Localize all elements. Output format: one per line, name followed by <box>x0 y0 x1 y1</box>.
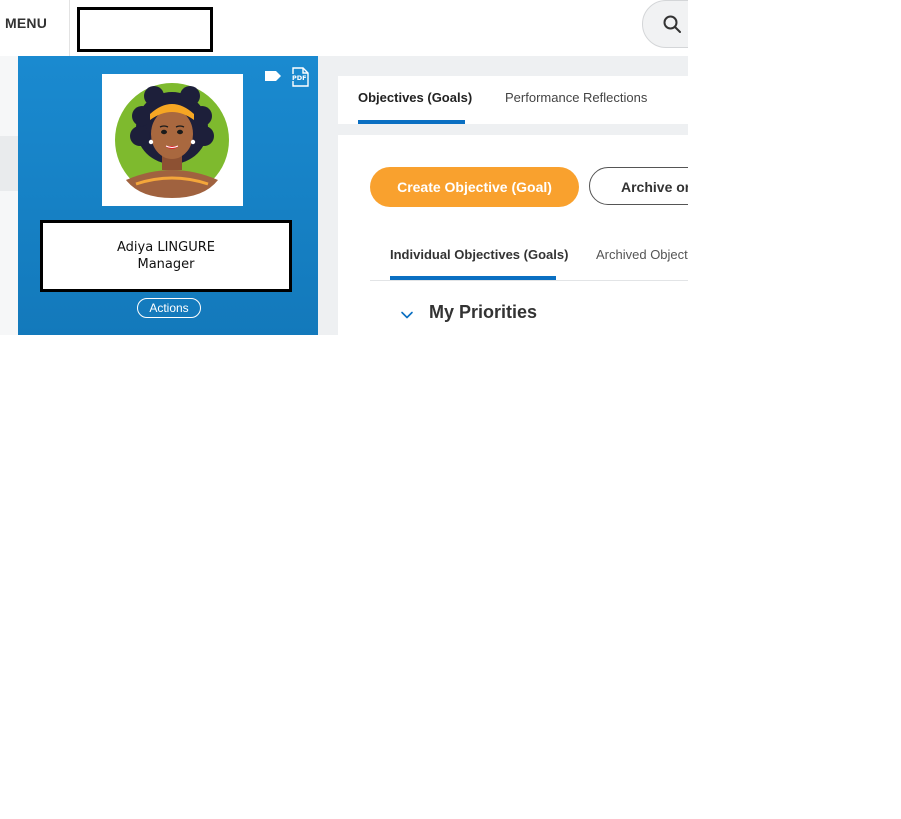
active-tab-indicator <box>358 120 465 124</box>
search-button[interactable] <box>642 0 688 48</box>
top-bar: MENU <box>0 0 688 57</box>
create-objective-button[interactable]: Create Objective (Goal) <box>370 167 579 207</box>
subtab-archived-objectives[interactable]: Archived Object <box>596 247 688 262</box>
tab-performance-reflections[interactable]: Performance Reflections <box>505 90 647 105</box>
profile-role: Manager <box>137 257 195 272</box>
profile-name-box: Adiya LINGURE Manager <box>40 220 292 292</box>
pdf-icon[interactable]: PDF <box>291 67 309 87</box>
main-tabs: Objectives (Goals) Performance Reflectio… <box>338 76 688 124</box>
actions-button[interactable]: Actions <box>137 298 201 318</box>
subtab-individual-objectives[interactable]: Individual Objectives (Goals) <box>390 247 568 262</box>
redacted-logo-box <box>77 7 213 52</box>
svg-text:PDF: PDF <box>292 74 307 82</box>
search-icon <box>663 15 681 33</box>
profile-card: PDF Adiya LINGURE Manager Actions <box>18 56 318 335</box>
avatar-illustration <box>115 83 229 198</box>
active-subtab-indicator <box>390 276 556 280</box>
menu-button[interactable]: MENU <box>0 0 70 56</box>
left-nav-strip <box>0 56 18 335</box>
tab-objectives-goals[interactable]: Objectives (Goals) <box>358 90 472 105</box>
archive-button[interactable]: Archive or <box>589 167 688 205</box>
section-title: My Priorities <box>429 302 538 322</box>
tag-icon[interactable] <box>264 70 282 82</box>
objective-subtabs: Individual Objectives (Goals) Archived O… <box>370 236 688 281</box>
main-panel: Objectives (Goals) Performance Reflectio… <box>318 56 688 335</box>
left-nav-selected-item[interactable] <box>0 136 18 191</box>
avatar <box>102 74 243 206</box>
app-viewport: MENU PDF Adiya LINGURE Manager Actions O… <box>0 0 688 335</box>
objectives-content: Create Objective (Goal) Archive or Indiv… <box>338 135 688 335</box>
profile-name: Adiya LINGURE <box>117 240 215 255</box>
menu-label: MENU <box>5 15 48 31</box>
chevron-down-icon[interactable] <box>400 308 414 322</box>
